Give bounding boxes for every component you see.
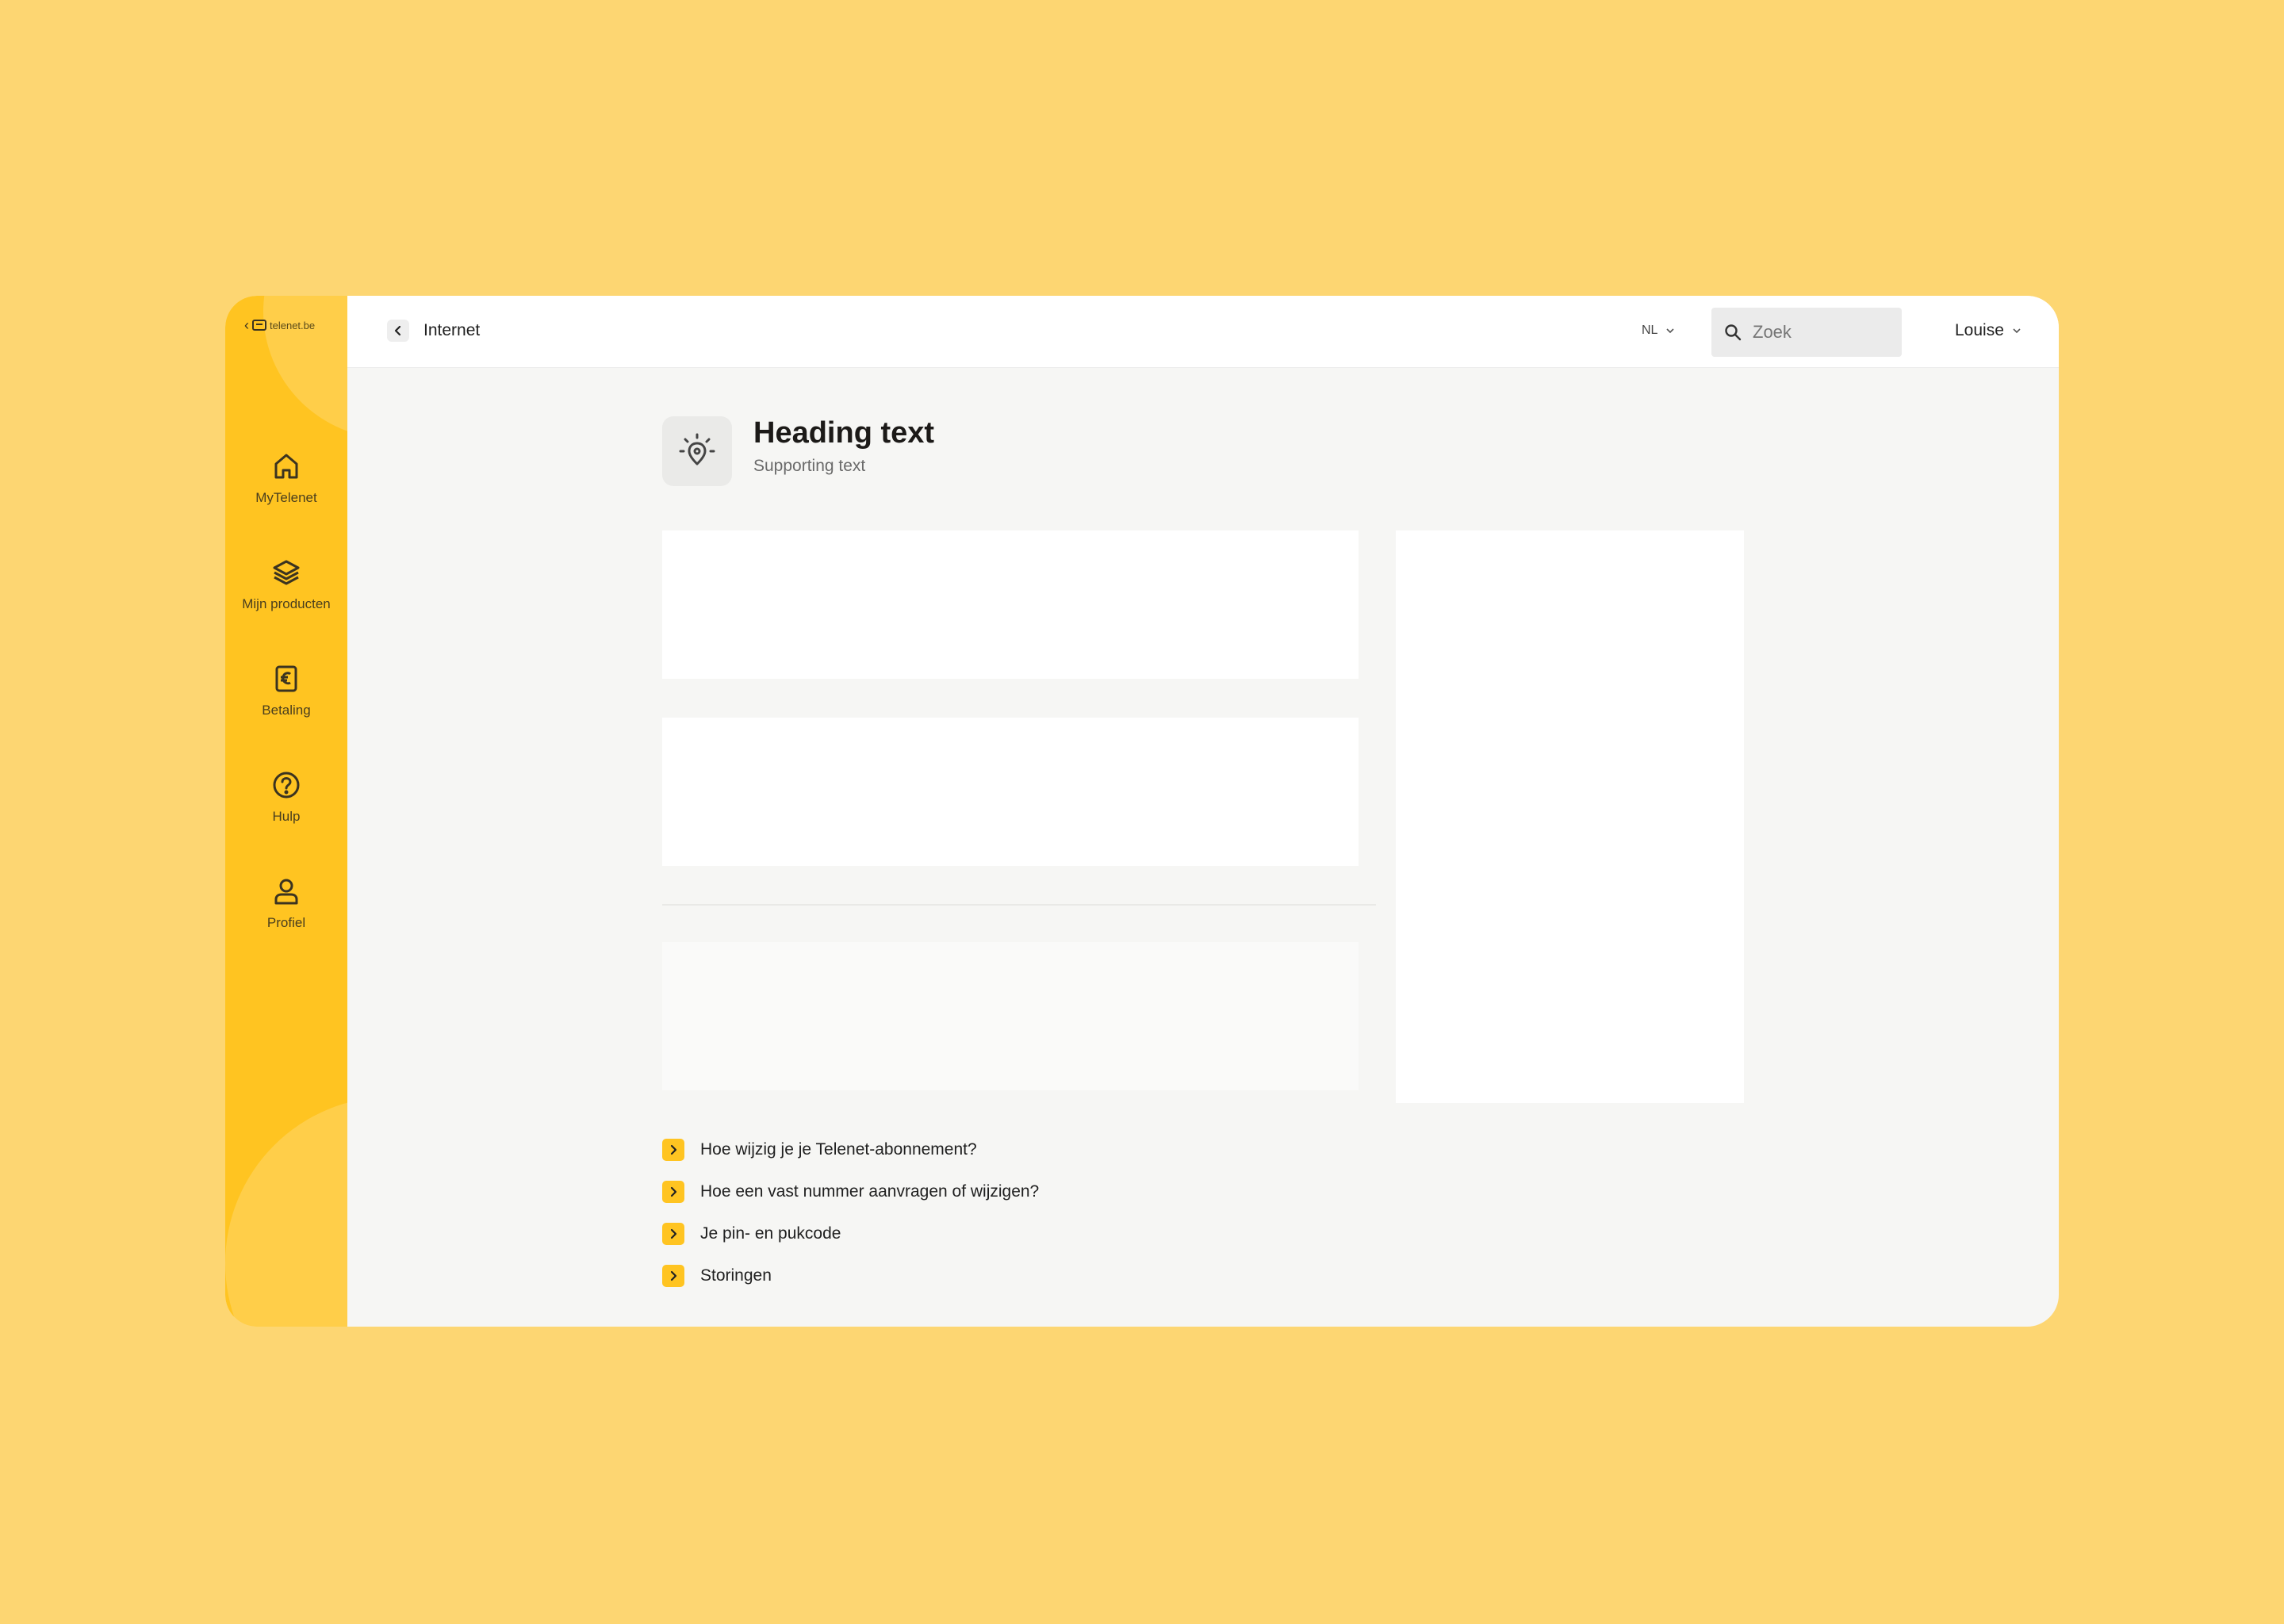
search-icon <box>1725 324 1742 341</box>
faq-label: Hoe wijzig je je Telenet-abonnement? <box>700 1139 977 1159</box>
home-icon <box>274 454 298 479</box>
faq-label: Hoe een vast nummer aanvragen of wijzige… <box>700 1182 1040 1201</box>
user-menu[interactable]: Louise <box>1955 321 2021 340</box>
sidebar: ‹ telenet.be MyTelenet Mijn producten Be… <box>225 296 347 1327</box>
chevron-left-icon <box>394 325 401 336</box>
page-content: Heading text Supporting text Hoe wijzig … <box>347 369 2059 1327</box>
tv-icon <box>252 320 266 331</box>
faq-link[interactable]: Hoe wijzig je je Telenet-abonnement? <box>662 1128 1039 1170</box>
brand-text: telenet.be <box>270 319 316 331</box>
help-circle-icon <box>273 772 300 799</box>
faq-link[interactable]: Storingen <box>662 1254 1039 1297</box>
back-button[interactable] <box>387 320 409 342</box>
main-area: Internet NL Louise <box>347 296 2059 1327</box>
faq-link[interactable]: Hoe een vast nummer aanvragen of wijzige… <box>662 1170 1039 1212</box>
app-window: ‹ telenet.be MyTelenet Mijn producten Be… <box>225 296 2059 1327</box>
chevron-right-icon <box>662 1264 684 1287</box>
content-card <box>662 530 1359 679</box>
search-input[interactable] <box>1753 322 1880 343</box>
content-card <box>662 718 1359 866</box>
sidebar-item-mytelenet[interactable]: MyTelenet <box>225 450 347 557</box>
divider <box>662 904 1376 906</box>
faq-label: Je pin- en pukcode <box>700 1224 841 1243</box>
faq-link[interactable]: Je pin- en pukcode <box>662 1212 1039 1254</box>
page-title: Internet <box>423 321 481 339</box>
euro-invoice-icon <box>275 665 297 692</box>
sidebar-item-label: Mijn producten <box>242 596 331 611</box>
sidebar-item-label: Betaling <box>262 703 311 718</box>
language-value: NL <box>1642 324 1658 337</box>
sidebar-decoration-bottom <box>225 1097 347 1327</box>
layers-icon <box>273 560 300 585</box>
page-subheading: Supporting text <box>753 457 866 475</box>
search-box[interactable] <box>1711 308 1902 357</box>
sidebar-item-mijn-producten[interactable]: Mijn producten <box>225 557 347 663</box>
chevron-down-icon <box>1666 328 1675 334</box>
faq-list: Hoe wijzig je je Telenet-abonnement? Hoe… <box>662 1128 1039 1297</box>
lightbulb-location-icon <box>679 433 715 465</box>
sidebar-item-hulp[interactable]: Hulp <box>225 769 347 875</box>
chevron-right-icon <box>662 1138 684 1161</box>
sidebar-item-label: Hulp <box>272 809 301 824</box>
sidebar-item-label: Profiel <box>266 915 306 930</box>
user-name: Louise <box>1955 321 2004 339</box>
sidebar-item-betaling[interactable]: Betaling <box>225 663 347 769</box>
language-select[interactable]: NL <box>1642 324 1675 338</box>
chevron-right-icon <box>662 1222 684 1245</box>
chevron-down-icon <box>2013 328 2021 334</box>
chevron-left-icon: ‹ <box>244 317 249 333</box>
top-bar: Internet NL Louise <box>347 296 2059 368</box>
sidebar-decoration-top <box>263 296 347 439</box>
sidebar-nav: MyTelenet Mijn producten Betaling Hulp P… <box>225 450 347 982</box>
side-panel <box>1396 530 1744 1103</box>
page-icon-tile <box>662 416 732 486</box>
brand-link[interactable]: ‹ telenet.be <box>244 318 315 332</box>
sidebar-item-label: MyTelenet <box>255 490 317 505</box>
page-heading: Heading text <box>753 416 935 450</box>
content-card-muted <box>662 942 1359 1090</box>
sidebar-item-profiel[interactable]: Profiel <box>225 875 347 982</box>
faq-label: Storingen <box>700 1266 772 1285</box>
chevron-right-icon <box>662 1180 684 1203</box>
user-icon <box>274 879 298 905</box>
